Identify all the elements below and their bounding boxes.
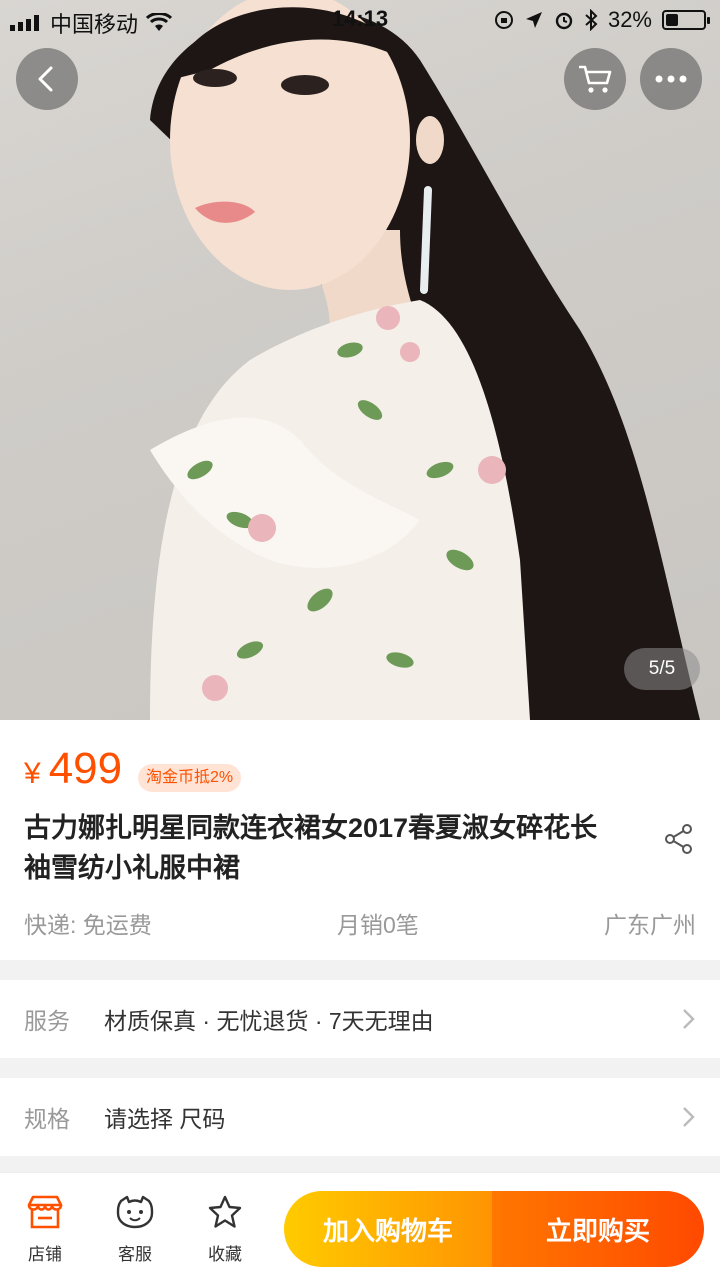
star-icon xyxy=(208,1195,242,1228)
image-pager: 5/5 xyxy=(624,648,700,690)
ship-location: 广东广州 xyxy=(603,912,696,938)
coin-discount-badge: 淘金币抵2% xyxy=(138,764,242,792)
location-icon xyxy=(525,12,542,28)
share-icon xyxy=(665,824,692,854)
status-bar: 中国移动 14:13 32% xyxy=(0,0,720,40)
chevron-right-icon xyxy=(683,1107,695,1127)
price: ¥ 499 xyxy=(24,744,122,794)
service-value: 材质保真 · 无忧退货 · 7天无理由 xyxy=(104,1008,434,1034)
favorite-tab[interactable]: 收藏 xyxy=(190,1195,260,1265)
chevron-right-icon xyxy=(683,1009,695,1029)
more-dots-icon xyxy=(655,75,687,83)
shop-icon xyxy=(27,1195,63,1229)
alarm-icon xyxy=(555,12,573,30)
service-label: 服务 xyxy=(24,1008,70,1034)
monthly-sales: 月销0笔 xyxy=(336,912,419,938)
favorite-label: 收藏 xyxy=(208,1245,242,1264)
chevron-left-icon xyxy=(38,66,53,92)
product-photo-illustration xyxy=(150,0,700,720)
bluetooth-icon xyxy=(585,9,598,31)
share-button[interactable] xyxy=(662,822,696,861)
price-value: 499 xyxy=(48,744,123,793)
product-title: 古力娜扎明星同款连衣裙女2017春夏淑女碎花长袖雪纺小礼服中裙 xyxy=(24,813,598,883)
bottom-action-bar: 店铺 客服 收藏 加入购物车 立即购买 xyxy=(0,1172,720,1280)
cart-icon xyxy=(579,65,612,93)
shop-label: 店铺 xyxy=(28,1245,62,1264)
battery-percent: 32% xyxy=(607,7,652,32)
customer-service-icon xyxy=(116,1195,154,1229)
spec-row[interactable]: 规格 请选择 尺码 xyxy=(0,1078,720,1156)
battery-icon xyxy=(662,10,710,30)
currency-symbol: ¥ xyxy=(24,757,41,790)
cart-button[interactable] xyxy=(564,48,626,110)
add-to-cart-button[interactable]: 加入购物车 xyxy=(284,1191,492,1267)
buy-now-button[interactable]: 立即购买 xyxy=(492,1191,704,1267)
spec-label: 规格 xyxy=(24,1106,70,1132)
product-info: ¥ 499 淘金币抵2% 古力娜扎明星同款连衣裙女2017春夏淑女碎花长袖雪纺小… xyxy=(0,720,720,960)
product-image[interactable] xyxy=(0,0,720,720)
service-row[interactable]: 服务 材质保真 · 无忧退货 · 7天无理由 xyxy=(0,980,720,1058)
customer-service-label: 客服 xyxy=(118,1245,152,1264)
battery-level xyxy=(666,14,678,26)
customer-service-tab[interactable]: 客服 xyxy=(100,1195,170,1265)
back-button[interactable] xyxy=(16,48,78,110)
spec-value: 请选择 尺码 xyxy=(104,1106,226,1132)
rotation-lock-icon xyxy=(494,11,513,29)
product-meta: 快递: 免运费 月销0笔 广东广州 xyxy=(24,906,696,940)
more-button[interactable] xyxy=(640,48,702,110)
shop-tab[interactable]: 店铺 xyxy=(10,1195,80,1265)
shipping-info: 快递: 免运费 xyxy=(24,912,152,938)
